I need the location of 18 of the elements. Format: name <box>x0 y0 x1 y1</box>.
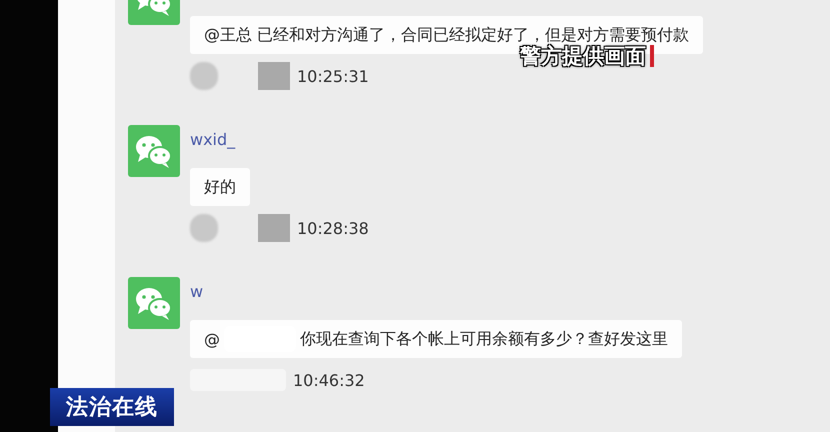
message-text: @王总 已经和对方沟通了，合同已经拟定好了，但是对方需要预付款 <box>204 24 690 44</box>
sender-name: w <box>190 282 204 300</box>
blur-patch <box>190 214 218 242</box>
message-time: 10:28:38 <box>297 218 369 238</box>
sender-name: wxid_ <box>190 130 236 148</box>
blur-patch <box>258 214 290 242</box>
blur-patch <box>190 62 218 90</box>
message-text: 好的 <box>204 176 236 198</box>
news-caption: 警方提供画面 <box>520 42 646 70</box>
blur-patch <box>258 62 290 90</box>
chat-bubbles-icon[interactable] <box>128 277 180 329</box>
chat-bubbles-icon[interactable] <box>128 125 180 177</box>
caption-marker <box>650 45 654 67</box>
message-time: 10:25:31 <box>297 66 369 86</box>
message-text: 你现在查询下各个帐上可用余额有多少？查好发这里 <box>300 328 668 350</box>
message-time: 10:46:32 <box>293 370 365 390</box>
program-logo: 法治在线 <box>50 388 174 426</box>
mention-text: @ <box>204 330 220 348</box>
